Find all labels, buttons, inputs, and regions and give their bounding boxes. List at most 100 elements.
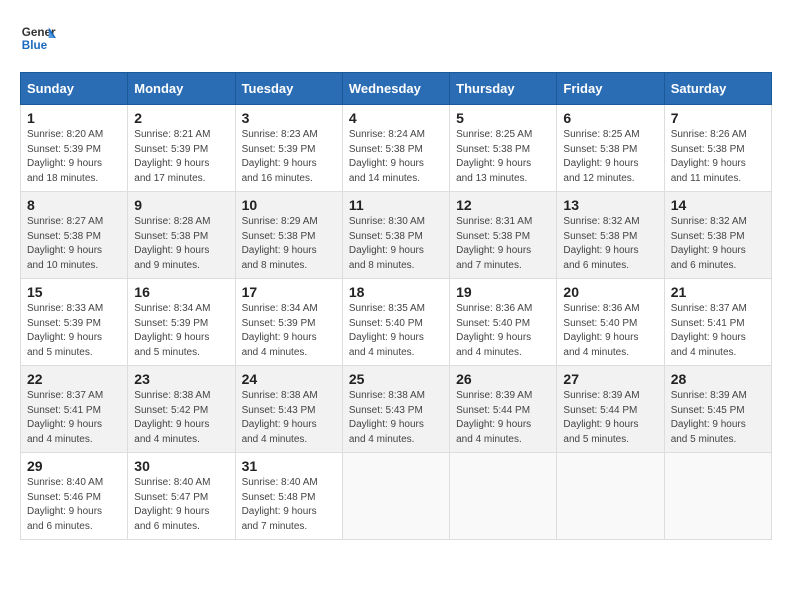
day-info: Sunrise: 8:24 AMSunset: 5:38 PMDaylight:… xyxy=(349,129,425,184)
day-number: 23 xyxy=(134,371,228,387)
logo: General Blue xyxy=(20,20,60,56)
day-info: Sunrise: 8:32 AMSunset: 5:38 PMDaylight:… xyxy=(563,216,639,271)
calendar-day-cell: 27 Sunrise: 8:39 AMSunset: 5:44 PMDaylig… xyxy=(557,366,664,453)
calendar-day-cell: 30 Sunrise: 8:40 AMSunset: 5:47 PMDaylig… xyxy=(128,453,235,540)
day-info: Sunrise: 8:20 AMSunset: 5:39 PMDaylight:… xyxy=(27,129,103,184)
day-info: Sunrise: 8:23 AMSunset: 5:39 PMDaylight:… xyxy=(242,129,318,184)
calendar-day-cell: 5 Sunrise: 8:25 AMSunset: 5:38 PMDayligh… xyxy=(450,105,557,192)
calendar-week-row: 29 Sunrise: 8:40 AMSunset: 5:46 PMDaylig… xyxy=(21,453,772,540)
day-info: Sunrise: 8:36 AMSunset: 5:40 PMDaylight:… xyxy=(563,303,639,358)
day-info: Sunrise: 8:21 AMSunset: 5:39 PMDaylight:… xyxy=(134,129,210,184)
empty-cell xyxy=(450,453,557,540)
day-info: Sunrise: 8:39 AMSunset: 5:45 PMDaylight:… xyxy=(671,390,747,445)
day-number: 12 xyxy=(456,197,550,213)
weekday-header-tuesday: Tuesday xyxy=(235,73,342,105)
calendar-week-row: 22 Sunrise: 8:37 AMSunset: 5:41 PMDaylig… xyxy=(21,366,772,453)
weekday-header-friday: Friday xyxy=(557,73,664,105)
calendar-week-row: 1 Sunrise: 8:20 AMSunset: 5:39 PMDayligh… xyxy=(21,105,772,192)
calendar-day-cell: 23 Sunrise: 8:38 AMSunset: 5:42 PMDaylig… xyxy=(128,366,235,453)
day-number: 16 xyxy=(134,284,228,300)
calendar-day-cell: 9 Sunrise: 8:28 AMSunset: 5:38 PMDayligh… xyxy=(128,192,235,279)
page-header: General Blue xyxy=(20,20,772,56)
day-info: Sunrise: 8:25 AMSunset: 5:38 PMDaylight:… xyxy=(563,129,639,184)
day-info: Sunrise: 8:39 AMSunset: 5:44 PMDaylight:… xyxy=(456,390,532,445)
day-info: Sunrise: 8:28 AMSunset: 5:38 PMDaylight:… xyxy=(134,216,210,271)
calendar-day-cell: 14 Sunrise: 8:32 AMSunset: 5:38 PMDaylig… xyxy=(664,192,771,279)
day-number: 24 xyxy=(242,371,336,387)
day-info: Sunrise: 8:32 AMSunset: 5:38 PMDaylight:… xyxy=(671,216,747,271)
calendar-day-cell: 10 Sunrise: 8:29 AMSunset: 5:38 PMDaylig… xyxy=(235,192,342,279)
calendar-day-cell: 11 Sunrise: 8:30 AMSunset: 5:38 PMDaylig… xyxy=(342,192,449,279)
day-number: 11 xyxy=(349,197,443,213)
calendar-day-cell: 19 Sunrise: 8:36 AMSunset: 5:40 PMDaylig… xyxy=(450,279,557,366)
day-info: Sunrise: 8:34 AMSunset: 5:39 PMDaylight:… xyxy=(242,303,318,358)
calendar-day-cell: 17 Sunrise: 8:34 AMSunset: 5:39 PMDaylig… xyxy=(235,279,342,366)
day-info: Sunrise: 8:38 AMSunset: 5:43 PMDaylight:… xyxy=(242,390,318,445)
day-number: 15 xyxy=(27,284,121,300)
day-info: Sunrise: 8:35 AMSunset: 5:40 PMDaylight:… xyxy=(349,303,425,358)
day-number: 7 xyxy=(671,110,765,126)
day-number: 22 xyxy=(27,371,121,387)
day-info: Sunrise: 8:26 AMSunset: 5:38 PMDaylight:… xyxy=(671,129,747,184)
calendar-day-cell: 12 Sunrise: 8:31 AMSunset: 5:38 PMDaylig… xyxy=(450,192,557,279)
calendar-week-row: 15 Sunrise: 8:33 AMSunset: 5:39 PMDaylig… xyxy=(21,279,772,366)
day-number: 4 xyxy=(349,110,443,126)
day-number: 31 xyxy=(242,458,336,474)
weekday-header-monday: Monday xyxy=(128,73,235,105)
day-number: 14 xyxy=(671,197,765,213)
day-number: 5 xyxy=(456,110,550,126)
day-number: 6 xyxy=(563,110,657,126)
day-info: Sunrise: 8:39 AMSunset: 5:44 PMDaylight:… xyxy=(563,390,639,445)
day-number: 25 xyxy=(349,371,443,387)
calendar-day-cell: 1 Sunrise: 8:20 AMSunset: 5:39 PMDayligh… xyxy=(21,105,128,192)
calendar-day-cell: 6 Sunrise: 8:25 AMSunset: 5:38 PMDayligh… xyxy=(557,105,664,192)
day-number: 20 xyxy=(563,284,657,300)
calendar-day-cell: 28 Sunrise: 8:39 AMSunset: 5:45 PMDaylig… xyxy=(664,366,771,453)
day-number: 3 xyxy=(242,110,336,126)
weekday-header-wednesday: Wednesday xyxy=(342,73,449,105)
calendar-day-cell: 3 Sunrise: 8:23 AMSunset: 5:39 PMDayligh… xyxy=(235,105,342,192)
day-number: 27 xyxy=(563,371,657,387)
empty-cell xyxy=(664,453,771,540)
day-info: Sunrise: 8:25 AMSunset: 5:38 PMDaylight:… xyxy=(456,129,532,184)
day-info: Sunrise: 8:37 AMSunset: 5:41 PMDaylight:… xyxy=(27,390,103,445)
calendar-day-cell: 26 Sunrise: 8:39 AMSunset: 5:44 PMDaylig… xyxy=(450,366,557,453)
day-info: Sunrise: 8:38 AMSunset: 5:42 PMDaylight:… xyxy=(134,390,210,445)
calendar-day-cell: 7 Sunrise: 8:26 AMSunset: 5:38 PMDayligh… xyxy=(664,105,771,192)
day-number: 8 xyxy=(27,197,121,213)
day-number: 9 xyxy=(134,197,228,213)
day-number: 21 xyxy=(671,284,765,300)
empty-cell xyxy=(557,453,664,540)
calendar-day-cell: 16 Sunrise: 8:34 AMSunset: 5:39 PMDaylig… xyxy=(128,279,235,366)
calendar-day-cell: 25 Sunrise: 8:38 AMSunset: 5:43 PMDaylig… xyxy=(342,366,449,453)
day-info: Sunrise: 8:27 AMSunset: 5:38 PMDaylight:… xyxy=(27,216,103,271)
weekday-header-saturday: Saturday xyxy=(664,73,771,105)
day-info: Sunrise: 8:37 AMSunset: 5:41 PMDaylight:… xyxy=(671,303,747,358)
day-number: 26 xyxy=(456,371,550,387)
day-number: 2 xyxy=(134,110,228,126)
weekday-header-sunday: Sunday xyxy=(21,73,128,105)
day-info: Sunrise: 8:34 AMSunset: 5:39 PMDaylight:… xyxy=(134,303,210,358)
calendar-day-cell: 4 Sunrise: 8:24 AMSunset: 5:38 PMDayligh… xyxy=(342,105,449,192)
calendar-day-cell: 31 Sunrise: 8:40 AMSunset: 5:48 PMDaylig… xyxy=(235,453,342,540)
day-number: 13 xyxy=(563,197,657,213)
calendar-day-cell: 2 Sunrise: 8:21 AMSunset: 5:39 PMDayligh… xyxy=(128,105,235,192)
calendar-day-cell: 24 Sunrise: 8:38 AMSunset: 5:43 PMDaylig… xyxy=(235,366,342,453)
day-number: 28 xyxy=(671,371,765,387)
day-info: Sunrise: 8:40 AMSunset: 5:46 PMDaylight:… xyxy=(27,477,103,532)
calendar-day-cell: 15 Sunrise: 8:33 AMSunset: 5:39 PMDaylig… xyxy=(21,279,128,366)
weekday-header-row: SundayMondayTuesdayWednesdayThursdayFrid… xyxy=(21,73,772,105)
calendar-day-cell: 29 Sunrise: 8:40 AMSunset: 5:46 PMDaylig… xyxy=(21,453,128,540)
calendar-day-cell: 18 Sunrise: 8:35 AMSunset: 5:40 PMDaylig… xyxy=(342,279,449,366)
day-info: Sunrise: 8:30 AMSunset: 5:38 PMDaylight:… xyxy=(349,216,425,271)
day-info: Sunrise: 8:40 AMSunset: 5:48 PMDaylight:… xyxy=(242,477,318,532)
weekday-header-thursday: Thursday xyxy=(450,73,557,105)
day-number: 18 xyxy=(349,284,443,300)
day-number: 10 xyxy=(242,197,336,213)
day-info: Sunrise: 8:36 AMSunset: 5:40 PMDaylight:… xyxy=(456,303,532,358)
day-number: 1 xyxy=(27,110,121,126)
day-number: 29 xyxy=(27,458,121,474)
calendar-week-row: 8 Sunrise: 8:27 AMSunset: 5:38 PMDayligh… xyxy=(21,192,772,279)
logo-icon: General Blue xyxy=(20,20,56,56)
empty-cell xyxy=(342,453,449,540)
